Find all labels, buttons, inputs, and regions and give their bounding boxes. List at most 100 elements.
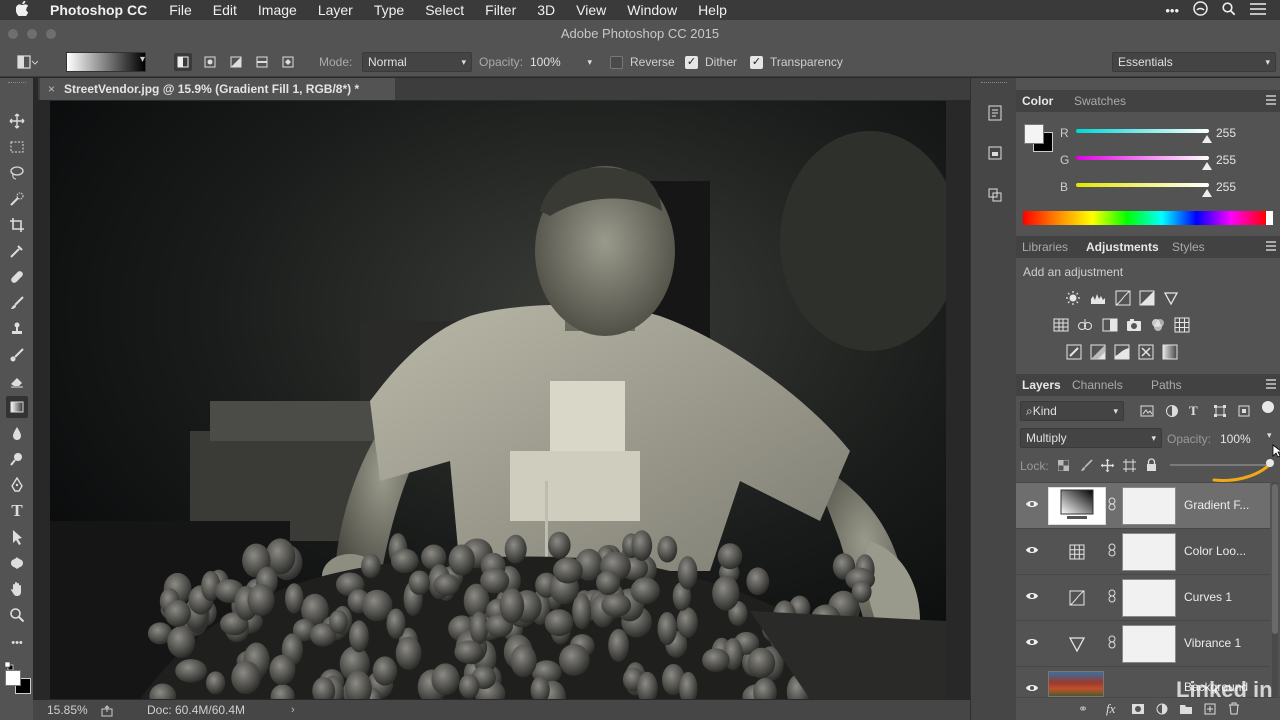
black-white-icon[interactable] [1102,317,1118,333]
layer-visibility-eye-icon[interactable] [1025,636,1039,650]
layer-opacity-chevron-icon[interactable]: ▾ [1267,430,1272,441]
lock-image-pixels-icon[interactable] [1080,459,1093,472]
channel-g-thumb[interactable] [1202,162,1212,170]
blend-mode-select[interactable]: Multiply ▾ [1020,428,1162,448]
canvas-image[interactable] [50,101,946,699]
hue-saturation-icon[interactable] [1053,317,1069,333]
layer-row-vibrance[interactable]: Vibrance 1 [1016,620,1270,666]
layer-row-gradient-fill[interactable]: Gradient F... [1016,482,1270,528]
layer-opacity-value[interactable]: 100% [1220,432,1251,446]
filter-pixel-layers-icon[interactable] [1140,404,1154,418]
gradient-map-icon[interactable] [1162,344,1178,360]
spotlight-search-icon[interactable] [1222,1,1236,19]
move-tool-icon[interactable] [6,110,28,132]
color-lookup-icon[interactable] [1174,317,1190,333]
toolbar-grip[interactable] [8,82,26,86]
filter-shape-layers-icon[interactable] [1213,404,1227,418]
diamond-gradient-icon[interactable] [279,53,297,71]
tool-preset-picker[interactable] [16,53,39,71]
tab-channels[interactable]: Channels [1072,378,1123,392]
curves-adjustment-icon[interactable] [1048,579,1106,617]
gradient-fill-thumbnail[interactable] [1048,487,1106,525]
selective-color-icon[interactable] [1138,344,1154,360]
dock-grip[interactable] [981,82,1007,85]
mode-select[interactable]: Normal ▾ [362,52,472,72]
layer-row-color-lookup[interactable]: Color Loo... [1016,528,1270,574]
reverse-option[interactable]: Reverse [610,55,675,69]
layer-link-chain-icon[interactable] [1108,543,1118,559]
threshold-icon[interactable] [1114,344,1130,360]
pen-tool-icon[interactable] [6,474,28,496]
opacity-chevron-icon[interactable]: ▾ [587,57,592,68]
menu-app-name[interactable]: Photoshop CC [50,2,147,18]
gradient-tool-icon[interactable] [6,396,28,418]
transparency-checkbox[interactable]: ✓ [750,55,763,69]
layer-row-curves[interactable]: Curves 1 [1016,574,1270,620]
color-ramp-spectrum[interactable] [1023,211,1266,225]
layer-mask-thumbnail[interactable] [1122,487,1176,525]
lasso-tool-icon[interactable] [6,162,28,184]
curves-icon[interactable] [1115,290,1131,306]
eyedropper-tool-icon[interactable] [6,240,28,262]
layer-name[interactable]: Curves 1 [1184,590,1232,604]
properties-panel-icon[interactable] [984,144,1006,166]
gradient-picker-swatch[interactable] [66,52,146,72]
layer-mask-thumbnail[interactable] [1122,625,1176,663]
tab-swatches[interactable]: Swatches [1074,94,1126,108]
workspace-switcher[interactable]: Essentials ▾ [1112,52,1276,72]
minimize-window-button[interactable] [27,29,37,39]
zoom-level[interactable]: 15.85% [47,700,88,720]
reflected-gradient-icon[interactable] [253,53,271,71]
new-adjustment-layer-icon[interactable] [1156,703,1168,715]
creative-cloud-icon[interactable] [1193,1,1208,19]
menu-view[interactable]: View [576,2,606,18]
vibrance-adjustment-icon[interactable] [1048,625,1106,663]
type-tool-icon[interactable]: T [6,500,28,522]
color-panel-fg-swatch[interactable] [1024,124,1044,144]
edit-toolbar-icon[interactable]: ••• [6,632,28,654]
channel-b-thumb[interactable] [1202,189,1212,197]
custom-shape-tool-icon[interactable] [6,552,28,574]
vibrance-icon[interactable] [1163,290,1179,306]
quick-selection-tool-icon[interactable] [6,188,28,210]
layer-name[interactable]: Gradient F... [1184,498,1249,512]
brightness-contrast-icon[interactable] [1065,290,1081,306]
layers-scrollbar-thumb[interactable] [1272,484,1278,634]
menu-filter[interactable]: Filter [485,2,516,18]
layer-mask-thumbnail[interactable] [1122,533,1176,571]
channel-r-value[interactable]: 255 [1216,126,1236,140]
zoom-window-button[interactable] [46,29,56,39]
layer-name[interactable]: Color Loo... [1184,544,1246,558]
channel-b-slider[interactable] [1076,183,1209,187]
lock-all-icon[interactable] [1146,458,1157,471]
posterize-icon[interactable] [1090,344,1106,360]
menu-edit[interactable]: Edit [213,2,237,18]
dodge-tool-icon[interactable] [6,448,28,470]
marquee-tool-icon[interactable] [6,136,28,158]
filter-toggle-switch[interactable] [1262,401,1274,413]
document-tab[interactable]: × StreetVendor.jpg @ 15.9% (Gradient Fill… [40,78,395,100]
reverse-checkbox[interactable] [610,55,623,69]
link-layers-icon[interactable]: ⚭ [1078,702,1088,716]
new-layer-icon[interactable] [1204,703,1216,715]
menu-image[interactable]: Image [258,2,297,18]
layer-visibility-eye-icon[interactable] [1025,590,1039,604]
tab-layers[interactable]: Layers [1022,378,1061,392]
menu-layer[interactable]: Layer [318,2,353,18]
opacity-popup-slider-thumb[interactable] [1266,459,1274,467]
angle-gradient-icon[interactable] [227,53,245,71]
color-balance-icon[interactable] [1077,317,1093,333]
tab-adjustments[interactable]: Adjustments [1086,240,1159,254]
menu-help[interactable]: Help [698,2,727,18]
channel-g-slider[interactable] [1076,156,1209,160]
gradient-dropdown-chevron-icon[interactable]: ▾ [140,54,154,70]
levels-icon[interactable] [1090,290,1106,306]
layers-panel-menu-icon[interactable] [1266,379,1276,389]
hand-tool-icon[interactable] [6,578,28,600]
layer-mask-thumbnail[interactable] [1122,579,1176,617]
tab-color[interactable]: Color [1022,94,1053,108]
blur-tool-icon[interactable] [6,422,28,444]
eraser-tool-icon[interactable] [6,370,28,392]
zoom-tool-icon[interactable] [6,604,28,626]
layer-visibility-eye-icon[interactable] [1025,544,1039,558]
